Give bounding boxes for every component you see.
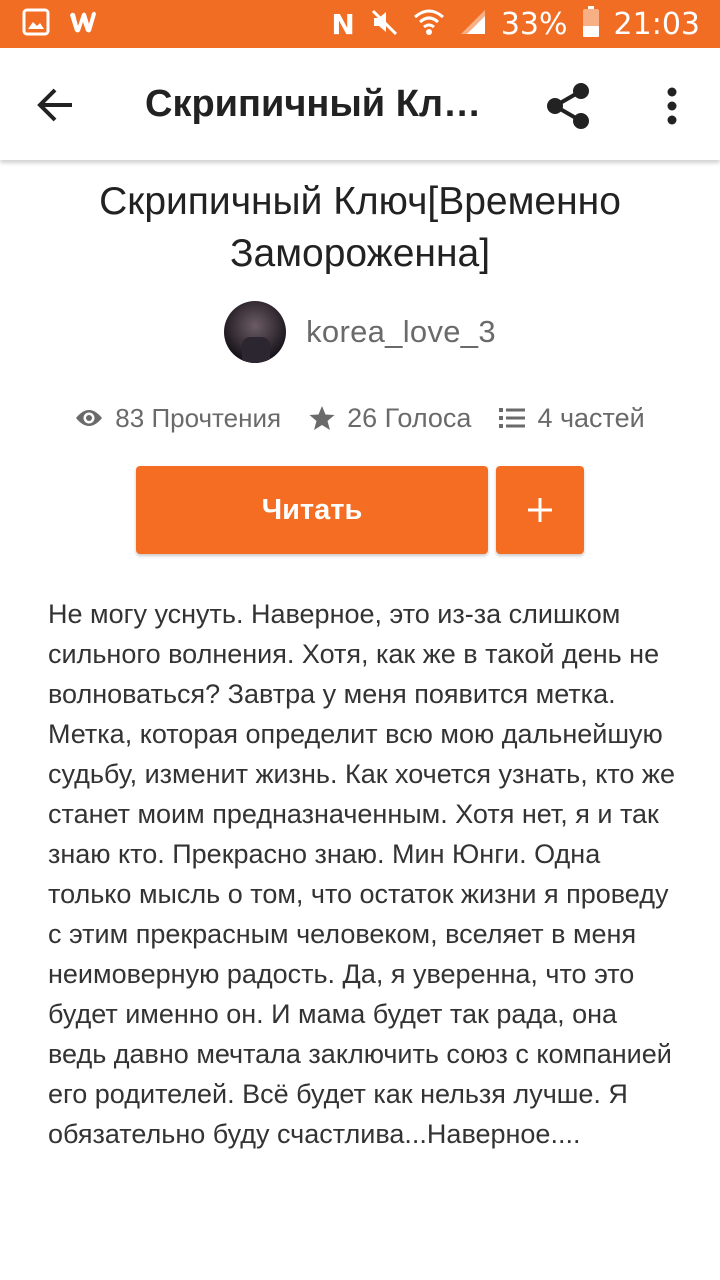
share-icon <box>547 83 589 129</box>
votes-count: 26 Голоса <box>347 402 472 433</box>
action-buttons: Читать <box>136 466 584 554</box>
share-button[interactable] <box>538 78 598 134</box>
list-icon <box>499 408 526 428</box>
more-options-button[interactable] <box>650 78 694 134</box>
status-right: N 33% 21:03 <box>317 5 700 43</box>
mute-icon <box>369 7 399 42</box>
add-to-library-button[interactable] <box>496 466 584 554</box>
more-vert-icon <box>667 87 677 125</box>
toolbar: Скрипичный Ключ[Временно Замороженна] <box>0 48 720 160</box>
author-row[interactable]: korea_love_3 <box>0 300 720 364</box>
avatar[interactable] <box>224 301 287 363</box>
image-icon <box>22 8 50 41</box>
back-arrow-icon <box>37 88 72 122</box>
back-button[interactable] <box>30 82 82 128</box>
votes-stat: 26 Голоса <box>309 403 471 434</box>
clock: 21:03 <box>613 6 700 42</box>
eye-icon <box>76 410 103 426</box>
author-name[interactable]: korea_love_3 <box>306 314 496 350</box>
signal-icon <box>459 8 487 41</box>
reads-stat: 83 Прочтения <box>75 403 281 434</box>
story-title: Скрипичный Ключ[Временно Замороженна] <box>99 180 621 275</box>
wattpad-icon <box>68 9 98 40</box>
read-button[interactable]: Читать <box>136 466 488 554</box>
status-left <box>22 8 116 41</box>
parts-stat: 4 частей <box>499 402 645 434</box>
star-icon <box>309 406 335 430</box>
toolbar-title: Скрипичный Ключ[Временно Замороженна] <box>145 83 485 125</box>
story-stats: 83 Прочтения 26 Голоса 4 частей <box>0 396 720 440</box>
wifi-icon <box>413 8 445 41</box>
nfc-icon: N <box>331 7 355 41</box>
battery-icon <box>582 5 600 43</box>
reads-count: 83 Прочтения <box>115 402 282 433</box>
status-bar: N 33% 21:03 <box>0 0 720 48</box>
plus-icon <box>528 498 552 522</box>
story-description: Не могу уснуть. Наверное, это из-за слиш… <box>48 599 675 1149</box>
battery-percent: 33% <box>500 6 568 42</box>
parts-count: 4 частей <box>537 402 645 433</box>
